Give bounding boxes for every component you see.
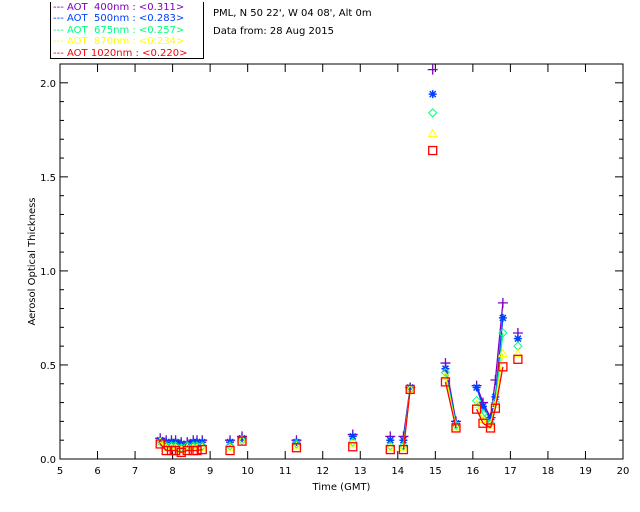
x-tick-label: 20 — [617, 466, 630, 477]
x-tick-label: 17 — [504, 466, 517, 477]
data-point — [428, 145, 438, 156]
data-point — [427, 128, 438, 138]
x-tick-label: 13 — [354, 466, 367, 477]
x-tick-label: 8 — [169, 466, 175, 477]
x-tick-label: 19 — [579, 466, 592, 477]
data-point — [498, 313, 507, 322]
x-tick-label: 6 — [94, 466, 100, 477]
y-tick-label: 0.0 — [40, 455, 56, 466]
x-tick-label: 9 — [207, 466, 213, 477]
x-axis-label: Time (GMT) — [312, 482, 371, 493]
x-tick-label: 15 — [429, 466, 442, 477]
data-point — [472, 383, 481, 392]
y-tick-label: 1.5 — [40, 173, 56, 184]
series-1 — [156, 90, 522, 448]
x-tick-label: 14 — [391, 466, 404, 477]
chart: --- AOT 400nm : <0.311> --- AOT 500nm : <… — [0, 0, 640, 512]
x-tick-label: 5 — [57, 466, 63, 477]
series-3 — [155, 128, 523, 454]
y-tick-label: 0.5 — [40, 361, 56, 372]
x-tick-label: 7 — [132, 466, 138, 477]
data-point — [497, 297, 508, 308]
plot-frame — [59, 63, 624, 460]
y-axis-label: Aerosol Optical Thickness — [27, 197, 38, 325]
series-4 — [155, 145, 523, 458]
x-tick-label: 11 — [279, 466, 292, 477]
x-tick-label: 18 — [542, 466, 555, 477]
x-tick-label: 12 — [316, 466, 329, 477]
x-tick-label: 10 — [241, 466, 254, 477]
plot-area: 5 6 7 8 9 10 11 12 13 14 15 16 17 18 19 20 0.0 0.5 1.0 1.5 2… — [27, 63, 630, 493]
data-point — [428, 90, 437, 99]
data-point — [427, 108, 438, 118]
data-point — [427, 64, 438, 75]
series-2 — [155, 108, 523, 453]
series-0 — [155, 64, 523, 448]
y-tick-label: 1.0 — [40, 267, 56, 278]
y-tick-label: 2.0 — [40, 79, 56, 90]
data-point — [513, 334, 522, 343]
x-tick-label: 16 — [466, 466, 479, 477]
